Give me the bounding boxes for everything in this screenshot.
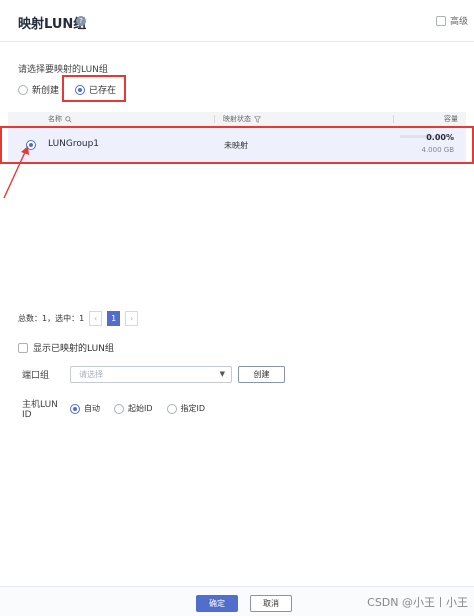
lun-id-option-start[interactable]: 起始ID bbox=[114, 403, 153, 414]
port-group-row: 端口组 请选择 ▼ 创建 bbox=[22, 366, 285, 383]
table-header: 名称 映射状态 容量 bbox=[8, 112, 466, 126]
dialog-header: 映射LUN组 ? 高级 bbox=[0, 0, 474, 42]
create-new-label: 新创建 bbox=[32, 86, 60, 96]
radio-create-new[interactable] bbox=[18, 84, 28, 95]
auto-label: 自动 bbox=[84, 404, 100, 413]
show-mapped-label: 显示已映射的LUN组 bbox=[33, 344, 114, 354]
column-status[interactable]: 映射状态 bbox=[223, 114, 261, 124]
port-group-placeholder: 请选择 bbox=[79, 370, 103, 379]
chevron-down-icon[interactable]: ▼ bbox=[220, 367, 225, 382]
cancel-button[interactable]: 取消 bbox=[250, 595, 292, 612]
selection-summary: 总数：1，选中：1 bbox=[18, 314, 85, 323]
start-id-label: 起始ID bbox=[128, 404, 153, 413]
column-status-label: 映射状态 bbox=[223, 115, 251, 123]
filter-icon[interactable] bbox=[254, 115, 261, 123]
specify-id-label: 指定ID bbox=[180, 404, 206, 413]
advanced-label: 高级 bbox=[449, 17, 468, 27]
port-group-select[interactable]: 请选择 ▼ bbox=[70, 366, 232, 383]
host-lun-id-label: 主机LUN ID bbox=[22, 400, 58, 420]
ok-button[interactable]: 确定 bbox=[196, 595, 238, 612]
show-mapped-checkbox[interactable] bbox=[18, 342, 28, 353]
port-group-label: 端口组 bbox=[22, 371, 50, 381]
column-capacity[interactable]: 容量 bbox=[444, 114, 458, 124]
lun-id-row: 主机LUN ID 自动 起始ID 指定ID bbox=[22, 397, 219, 420]
column-divider bbox=[393, 115, 394, 123]
column-name[interactable]: 名称 bbox=[48, 114, 72, 124]
lun-id-option-specify[interactable]: 指定ID bbox=[166, 403, 206, 414]
page-number-1[interactable]: 1 bbox=[107, 311, 121, 326]
radio-auto[interactable] bbox=[70, 403, 80, 414]
column-divider bbox=[214, 115, 215, 123]
lun-group-select-label: 请选择要映射的LUN组 bbox=[18, 65, 108, 75]
highlight-box-existing bbox=[62, 75, 126, 102]
highlight-box-row bbox=[0, 126, 474, 164]
mode-option-create-new[interactable]: 新创建 bbox=[18, 83, 59, 96]
prev-page-button[interactable]: ‹ bbox=[89, 311, 103, 326]
radio-start-id[interactable] bbox=[114, 403, 124, 414]
advanced-checkbox[interactable] bbox=[435, 15, 446, 26]
lun-id-option-auto[interactable]: 自动 bbox=[70, 403, 100, 414]
advanced-toggle[interactable]: 高级 bbox=[435, 14, 468, 27]
column-name-label: 名称 bbox=[48, 115, 62, 123]
search-icon[interactable] bbox=[65, 115, 72, 123]
next-page-button[interactable]: › bbox=[125, 311, 139, 326]
dialog-footer: 确定 取消 CSDN @小王丨小王 bbox=[0, 586, 474, 616]
radio-specify-id[interactable] bbox=[166, 403, 177, 414]
create-port-group-button[interactable]: 创建 bbox=[238, 366, 285, 383]
show-mapped-toggle[interactable]: 显示已映射的LUN组 bbox=[18, 341, 114, 354]
watermark: CSDN @小王丨小王 bbox=[367, 596, 468, 609]
pagination: 总数：1，选中：1 ‹ 1 › bbox=[18, 311, 139, 326]
help-icon[interactable]: ? bbox=[76, 16, 86, 26]
annotation-arrow-icon bbox=[3, 146, 29, 199]
